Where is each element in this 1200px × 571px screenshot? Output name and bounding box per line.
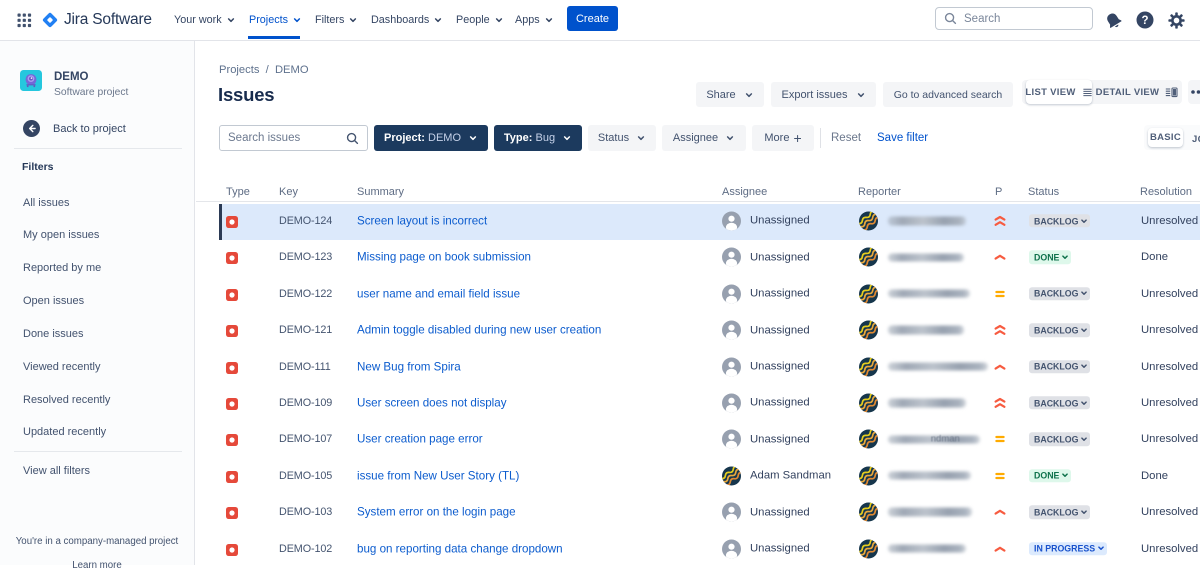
svg-text:?: ?	[1141, 15, 1148, 27]
